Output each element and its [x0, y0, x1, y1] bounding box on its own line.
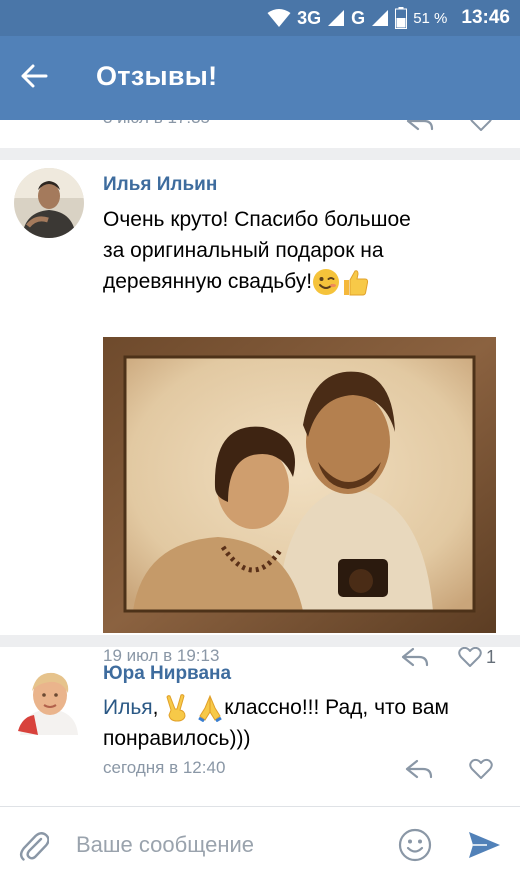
- avatar[interactable]: [14, 168, 84, 238]
- back-button[interactable]: [14, 56, 54, 96]
- like-button[interactable]: [469, 754, 493, 784]
- message-input[interactable]: [76, 829, 376, 861]
- comment-text-line: за оригинальный подарок на: [103, 239, 384, 262]
- reply-button[interactable]: [402, 754, 436, 784]
- like-button[interactable]: [469, 120, 493, 137]
- emoji-button[interactable]: [396, 826, 434, 864]
- comment-timestamp: сегодня в 12:40: [103, 758, 226, 777]
- status-bar: 3G G 51 % 13:46: [0, 0, 520, 36]
- folded-hands-icon: [198, 695, 222, 723]
- wifi-icon: [267, 9, 291, 27]
- comment-text: Илья, классно!!! Рад, что вам понравилос…: [103, 692, 503, 754]
- smiley-icon: [398, 828, 432, 862]
- heart-icon: [469, 758, 493, 779]
- comment-text: Очень круто! Спасибо большое за оригинал…: [103, 204, 503, 297]
- signal-3g-icon: [328, 10, 345, 26]
- arrow-left-icon: [21, 64, 48, 88]
- comment-author[interactable]: Юра Нирвана: [103, 663, 231, 685]
- reply-icon: [405, 759, 433, 779]
- send-button[interactable]: [466, 827, 502, 863]
- comment-text-line: деревянную свадьбу!: [103, 266, 503, 297]
- comment-item: Илья Ильин Очень круто! Спасибо большое …: [0, 160, 520, 667]
- mention-link[interactable]: Илья: [103, 696, 153, 719]
- network-g-label: G: [351, 7, 366, 28]
- thumbs-up-icon: [344, 270, 369, 296]
- avatar[interactable]: [14, 665, 84, 735]
- comment-separator: [0, 148, 520, 160]
- comment-text-line: Очень круто! Спасибо большое: [103, 208, 411, 231]
- comment-separator: [0, 635, 520, 647]
- network-3g-label: 3G: [297, 7, 322, 28]
- heart-icon: [470, 120, 492, 131]
- attach-button[interactable]: [14, 825, 54, 865]
- comment-text-line: Илья, классно!!! Рад, что вам: [103, 692, 503, 723]
- attached-photo[interactable]: [103, 337, 496, 633]
- previous-comment-footer: 3 июл в 17:35: [0, 120, 520, 142]
- page-title: Отзывы!: [96, 61, 218, 91]
- signal-g-icon: [372, 10, 389, 26]
- paperclip-icon: [19, 832, 49, 861]
- reply-button[interactable]: [405, 120, 435, 137]
- message-composer: [0, 806, 520, 880]
- winking-face-icon: [313, 269, 340, 296]
- comments-feed[interactable]: 3 июл в 17:35 Илья Ильин Очень круто! Сп…: [0, 120, 520, 806]
- reply-icon: [406, 120, 434, 131]
- battery-icon: [395, 7, 408, 29]
- send-icon: [469, 832, 500, 858]
- victory-hand-icon: [166, 694, 186, 722]
- clock: 13:46: [461, 7, 510, 28]
- comment-timestamp: 3 июл в 17:35: [103, 120, 210, 128]
- battery-percent: 51 %: [413, 9, 448, 27]
- app-bar: Отзывы!: [0, 36, 520, 120]
- comment-text-line: понравилось))): [103, 727, 251, 750]
- comment-author[interactable]: Илья Ильин: [103, 174, 217, 196]
- comment-item: Юра Нирвана Илья, классно!!! Рад, что ва…: [0, 647, 520, 806]
